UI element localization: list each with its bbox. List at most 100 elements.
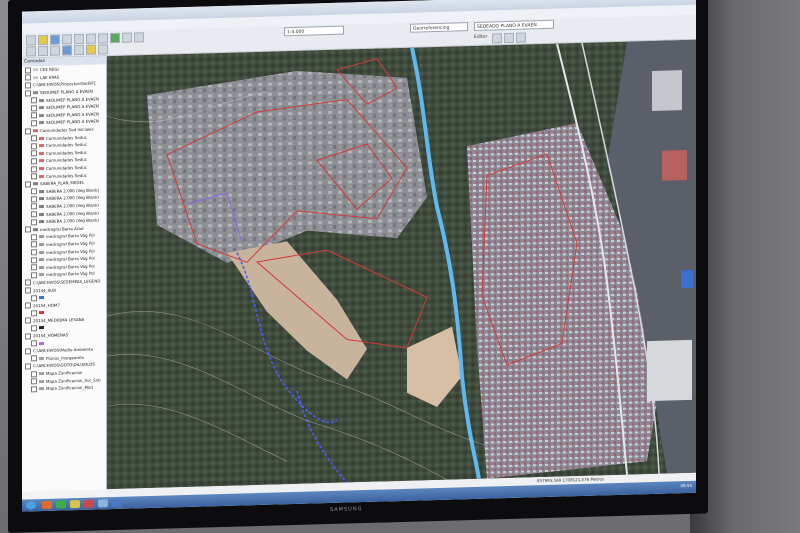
layer-symbol-swatch: [39, 265, 44, 269]
layer-visibility-checkbox[interactable]: [31, 234, 37, 241]
toolbar-row-editor: [492, 32, 526, 44]
layer-visibility-checkbox[interactable]: [31, 309, 37, 317]
layer-visibility-checkbox[interactable]: [31, 218, 37, 226]
full-extent-icon[interactable]: [62, 45, 72, 56]
toc-layer-item[interactable]: Mapa Zonificacion_Mod: [22, 383, 106, 393]
layer-visibility-checkbox[interactable]: [31, 188, 37, 195]
new-icon[interactable]: [26, 35, 36, 46]
start-button-icon[interactable]: [26, 501, 36, 510]
layer-visibility-checkbox[interactable]: [25, 363, 31, 370]
layer-symbol-swatch: [39, 204, 44, 209]
monitor-brand: SAMSUNG: [330, 506, 363, 514]
paste-icon[interactable]: [98, 33, 108, 44]
redo-icon[interactable]: [134, 32, 144, 43]
layer-symbol-swatch: [39, 113, 44, 117]
identify-icon[interactable]: [74, 44, 84, 56]
scale-dropdown[interactable]: 1:4.000: [284, 25, 344, 37]
layer-visibility-checkbox[interactable]: [31, 97, 37, 104]
save-icon[interactable]: [50, 34, 60, 45]
map-view[interactable]: [107, 39, 696, 490]
layer-visibility-checkbox[interactable]: [31, 249, 37, 256]
editor-menu[interactable]: Editor: [474, 35, 487, 40]
layer-visibility-checkbox[interactable]: [25, 279, 31, 286]
zoom-in-icon[interactable]: [26, 46, 36, 57]
layer-visibility-checkbox[interactable]: [31, 355, 37, 362]
layer-visibility-checkbox[interactable]: [31, 256, 37, 263]
layer-label: Mapa Zonificacion: [46, 369, 83, 376]
layer-label: LAE ERAS: [40, 74, 60, 80]
layer-symbol-swatch: [39, 273, 44, 277]
layer-visibility-checkbox[interactable]: [25, 287, 31, 294]
layer-visibility-checkbox[interactable]: [25, 74, 31, 81]
measure-icon[interactable]: [98, 44, 108, 55]
copy-icon[interactable]: [86, 33, 96, 44]
layer-visibility-checkbox[interactable]: [31, 294, 37, 301]
layer-visibility-checkbox[interactable]: [31, 385, 37, 393]
toc-layer-list: CEE REGI LAE ERAS C:\ARCHIVOS\Proyectos\Se…: [22, 64, 106, 393]
layer-visibility-checkbox[interactable]: [31, 203, 37, 210]
layer-visibility-checkbox[interactable]: [25, 302, 31, 309]
layer-visibility-checkbox[interactable]: [31, 158, 37, 165]
layer-symbol-swatch: [33, 227, 38, 232]
layer-visibility-checkbox[interactable]: [31, 272, 37, 279]
layer-visibility-checkbox[interactable]: [31, 241, 37, 248]
layer-symbol-swatch: [39, 311, 44, 315]
undo-icon[interactable]: [122, 32, 132, 43]
layer-visibility-checkbox[interactable]: [31, 112, 37, 119]
media-icon[interactable]: [56, 500, 66, 509]
layer-visibility-checkbox[interactable]: [31, 370, 37, 377]
layer-visibility-checkbox[interactable]: [31, 264, 37, 271]
layer-visibility-checkbox[interactable]: [25, 317, 31, 324]
layer-visibility-checkbox[interactable]: [25, 127, 31, 135]
attributes-icon[interactable]: [516, 32, 526, 43]
layer-symbol-swatch: [39, 167, 44, 171]
word-icon[interactable]: [112, 498, 122, 508]
layer-symbol-swatch: [39, 250, 44, 254]
zoom-out-icon[interactable]: [38, 45, 48, 57]
layer-visibility-checkbox[interactable]: [25, 181, 31, 188]
arcmap-icon[interactable]: [98, 499, 108, 508]
explorer-icon[interactable]: [42, 500, 52, 510]
layer-label: medragral Barra Vag Pol: [46, 255, 95, 263]
layer-visibility-checkbox[interactable]: [31, 173, 37, 180]
layer-visibility-checkbox[interactable]: [25, 82, 31, 89]
layer-visibility-checkbox[interactable]: [25, 332, 31, 340]
layer-label: Mapa Zonificacion_Mod: [46, 384, 93, 392]
layer-symbol-swatch: [39, 379, 44, 383]
select-icon[interactable]: [86, 44, 96, 55]
layer-visibility-checkbox[interactable]: [31, 120, 37, 127]
map-dropdown[interactable]: SEDEADO PLANO A EVAEN: [474, 19, 554, 31]
browser-icon[interactable]: [84, 499, 94, 508]
layer-label: medragral Barra Vag Pol: [46, 270, 95, 278]
layer-visibility-checkbox[interactable]: [31, 104, 37, 112]
table-of-contents: Camadas CEE REGI LAE ERAS C:\ARCHIVOS\Proy…: [22, 56, 107, 492]
layer-visibility-checkbox[interactable]: [31, 150, 37, 157]
cut-icon[interactable]: [74, 33, 84, 45]
sketch-icon[interactable]: [504, 32, 514, 44]
layer-visibility-checkbox[interactable]: [25, 89, 31, 97]
layer-symbol-swatch: [39, 136, 44, 140]
layer-visibility-checkbox[interactable]: [31, 142, 37, 150]
monitor-frame: SAMSUNG 1:4.000 Georreferencing SEDEADO …: [8, 0, 708, 533]
open-icon[interactable]: [38, 34, 48, 46]
layer-visibility-checkbox[interactable]: [25, 226, 31, 233]
layer-dropdown[interactable]: Georreferencing: [410, 22, 468, 33]
layer-visibility-checkbox[interactable]: [31, 196, 37, 203]
layer-visibility-checkbox[interactable]: [31, 135, 37, 142]
layer-visibility-checkbox[interactable]: [25, 67, 31, 74]
layer-visibility-checkbox[interactable]: [25, 348, 31, 355]
print-icon[interactable]: [62, 34, 72, 45]
toolbar-row-tools: [26, 44, 108, 57]
folder-icon[interactable]: [70, 499, 80, 509]
layer-visibility-checkbox[interactable]: [31, 211, 37, 218]
layer-label: medragral Barra Vag Pol: [46, 240, 95, 247]
layer-visibility-checkbox[interactable]: [31, 325, 37, 332]
pan-icon[interactable]: [50, 45, 60, 56]
edit-tool-icon[interactable]: [492, 33, 502, 44]
layer-symbol-swatch: [39, 121, 44, 125]
add-data-icon[interactable]: [110, 32, 120, 44]
layer-visibility-checkbox[interactable]: [31, 378, 37, 385]
layer-visibility-checkbox[interactable]: [31, 165, 37, 172]
layer-visibility-checkbox[interactable]: [31, 340, 37, 347]
gis-application-window: 1:4.000 Georreferencing SEDEADO PLANO A …: [22, 0, 696, 512]
